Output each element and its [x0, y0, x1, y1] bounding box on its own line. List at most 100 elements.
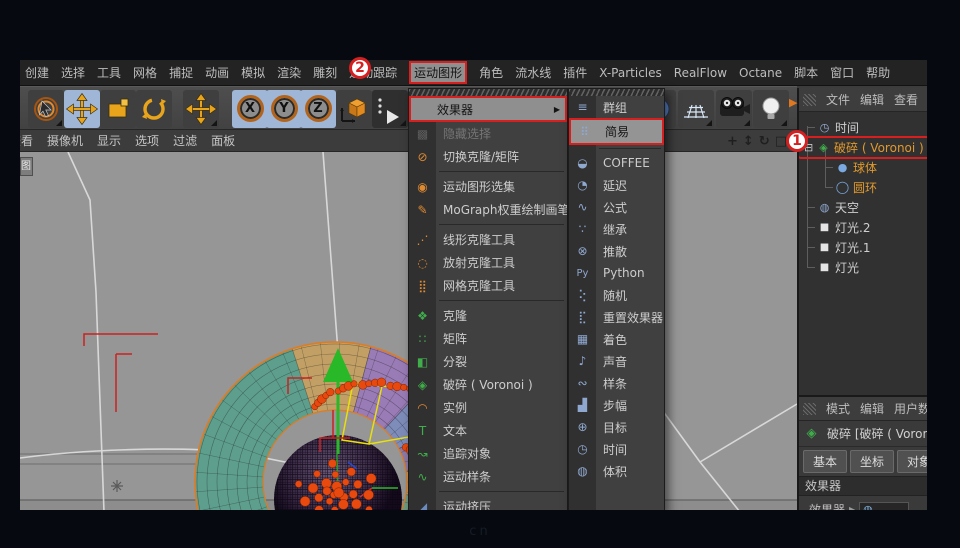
object-tree-item-时间[interactable]: ◷时间: [799, 117, 927, 137]
menu-item-coffee-effector[interactable]: ◒COFFEE: [569, 152, 664, 174]
light-object[interactable]: [753, 90, 789, 128]
viewport-menu-显示[interactable]: 显示: [97, 130, 121, 151]
menu-item-mograph-selection[interactable]: ◉运动图形选集: [409, 175, 567, 198]
menu-item-label: 实例: [436, 399, 467, 416]
viewport-menu-面板[interactable]: 面板: [211, 130, 235, 151]
tree-connector: [807, 267, 815, 268]
menu-item-group-effector[interactable]: ≡群组: [569, 96, 664, 118]
menu-运动图形[interactable]: 运动图形: [409, 61, 467, 84]
menu-雕刻[interactable]: 雕刻: [313, 62, 337, 83]
menu-item-text[interactable]: T文本: [409, 419, 567, 442]
am-menu-模式[interactable]: 模式: [826, 398, 850, 419]
menu-item-swap-clone-matrix[interactable]: ⊘切换克隆/矩阵: [409, 145, 567, 168]
panel-drag-handle[interactable]: [803, 94, 816, 106]
menu-item-delay-effector[interactable]: ◔延迟: [569, 174, 664, 196]
menu-选择[interactable]: 选择: [61, 62, 85, 83]
menu-item-radial-clone-tool[interactable]: ◌放射克隆工具: [409, 251, 567, 274]
menu-item-python-effector[interactable]: PyPython: [569, 262, 664, 284]
live-selection-tool[interactable]: [28, 90, 64, 128]
viewport-menu-摄像机[interactable]: 摄像机: [47, 130, 83, 151]
menu-item-motion-spline[interactable]: ∿运动样条: [409, 465, 567, 488]
menu-帮助[interactable]: 帮助: [866, 62, 890, 83]
effector-submenu: ≡群组⠿简易 ◒COFFEE◔延迟∿公式∵继承⊗推散PyPython⢕随机⣏重置效…: [568, 88, 665, 512]
menu-X-Particles[interactable]: X-Particles: [599, 64, 662, 82]
menu-item-fracture[interactable]: ◧分裂: [409, 350, 567, 373]
attribute-tab-坐标[interactable]: 坐标: [850, 450, 894, 473]
menu-创建[interactable]: 创建: [25, 62, 49, 83]
attribute-tab-基本[interactable]: 基本: [803, 450, 847, 473]
menu-item-matrix[interactable]: ∷矩阵: [409, 327, 567, 350]
menu-角色[interactable]: 角色: [479, 62, 503, 83]
menu-窗口[interactable]: 窗口: [830, 62, 854, 83]
floor-object[interactable]: [678, 90, 714, 128]
attribute-tab-对象[interactable]: 对象: [897, 450, 927, 473]
menu-RealFlow[interactable]: RealFlow: [674, 64, 727, 82]
menu-item-tracer[interactable]: ↝追踪对象: [409, 442, 567, 465]
am-menu-用户数据[interactable]: 用户数据: [894, 398, 927, 419]
menu-工具[interactable]: 工具: [97, 62, 121, 83]
viewport-rotate-icon[interactable]: ↻: [759, 134, 770, 149]
menu-脚本[interactable]: 脚本: [794, 62, 818, 83]
viewport-menu-查看[interactable]: 查看: [20, 130, 33, 151]
viewport-pan-icon[interactable]: +: [727, 134, 738, 149]
y-axis-lock[interactable]: Y: [266, 90, 302, 128]
menu-Octane[interactable]: Octane: [739, 64, 782, 82]
object-tree-item-破碎 ( Voronoi )[interactable]: ⊟◈破碎 ( Voronoi ): [799, 137, 927, 157]
menu-item-step-effector[interactable]: ▟步幅: [569, 394, 664, 416]
menu-tearoff-strip[interactable]: [569, 89, 664, 96]
object-tree-item-灯光.2[interactable]: ■灯光.2: [799, 217, 927, 237]
object-tree-item-灯光.1[interactable]: ■灯光.1: [799, 237, 927, 257]
menu-item-effectors[interactable]: 效果器 ▶: [409, 96, 567, 122]
menu-item-formula-effector[interactable]: ∿公式: [569, 196, 664, 218]
menu-item-weight-paintbrush[interactable]: ✎MoGraph权重绘制画笔: [409, 198, 567, 221]
viewport-zoom-icon[interactable]: ↕: [743, 134, 754, 149]
menu-tearoff-strip[interactable]: [409, 89, 567, 96]
rotate-tool[interactable]: [136, 90, 172, 128]
menu-插件[interactable]: 插件: [563, 62, 587, 83]
viewport-menu-选项[interactable]: 选项: [135, 130, 159, 151]
menu-item-instance[interactable]: ◠实例: [409, 396, 567, 419]
x-axis-lock[interactable]: X: [232, 90, 268, 128]
scale-tool[interactable]: [100, 90, 136, 128]
am-menu-编辑[interactable]: 编辑: [860, 398, 884, 419]
om-menu-查看[interactable]: 查看: [894, 89, 918, 110]
menu-item-sound-effector[interactable]: ♪声音: [569, 350, 664, 372]
menu-item-time-effector[interactable]: ◷时间: [569, 438, 664, 460]
menu-item-inheritance-effector[interactable]: ∵继承: [569, 218, 664, 240]
menu-item-target-effector[interactable]: ⊕目标: [569, 416, 664, 438]
axis-move-tool[interactable]: [183, 90, 219, 128]
om-menu-编辑[interactable]: 编辑: [860, 89, 884, 110]
menu-模拟[interactable]: 模拟: [241, 62, 265, 83]
object-tree-item-天空[interactable]: ◍天空: [799, 197, 927, 217]
menu-item-volume-effector[interactable]: ◍体积: [569, 460, 664, 482]
menu-item-push-apart-effector[interactable]: ⊗推散: [569, 240, 664, 262]
coordinate-system[interactable]: [336, 90, 372, 128]
menu-item-label: 运动图形选集: [436, 178, 515, 195]
move-tool[interactable]: [64, 90, 100, 128]
menu-item-random-effector[interactable]: ⢕随机: [569, 284, 664, 306]
panel-collapse-arrow-icon[interactable]: ▶: [789, 96, 797, 109]
camera-object[interactable]: [716, 90, 752, 128]
menu-item-linear-clone-tool[interactable]: ⋰线形克隆工具: [409, 228, 567, 251]
menu-item-plain-effector[interactable]: ⠿简易: [569, 118, 664, 145]
menu-item-reeffector[interactable]: ⣏重置效果器: [569, 306, 664, 328]
om-menu-文件[interactable]: 文件: [826, 89, 850, 110]
z-axis-lock[interactable]: Z: [300, 90, 336, 128]
menu-动画[interactable]: 动画: [205, 62, 229, 83]
viewport-menu-过滤[interactable]: 过滤: [173, 130, 197, 151]
render-view[interactable]: [372, 90, 408, 128]
object-tree-item-圆环[interactable]: ◯圆环: [799, 177, 927, 197]
menu-渲染[interactable]: 渲染: [277, 62, 301, 83]
axis-move-icon: [183, 90, 219, 128]
menu-网格[interactable]: 网格: [133, 62, 157, 83]
menu-item-grid-clone-tool[interactable]: ⣿网格克隆工具: [409, 274, 567, 297]
panel-drag-handle[interactable]: [803, 403, 816, 415]
menu-item-voronoi-fracture[interactable]: ◈破碎 ( Voronoi ): [409, 373, 567, 396]
object-tree-item-灯光[interactable]: ■灯光: [799, 257, 927, 277]
object-tree-item-球体[interactable]: ●球体: [799, 157, 927, 177]
menu-流水线[interactable]: 流水线: [515, 62, 551, 83]
menu-捕捉[interactable]: 捕捉: [169, 62, 193, 83]
menu-item-cloner[interactable]: ❖克隆: [409, 304, 567, 327]
menu-item-spline-effector[interactable]: ∾样条: [569, 372, 664, 394]
menu-item-shader-effector[interactable]: ▦着色: [569, 328, 664, 350]
